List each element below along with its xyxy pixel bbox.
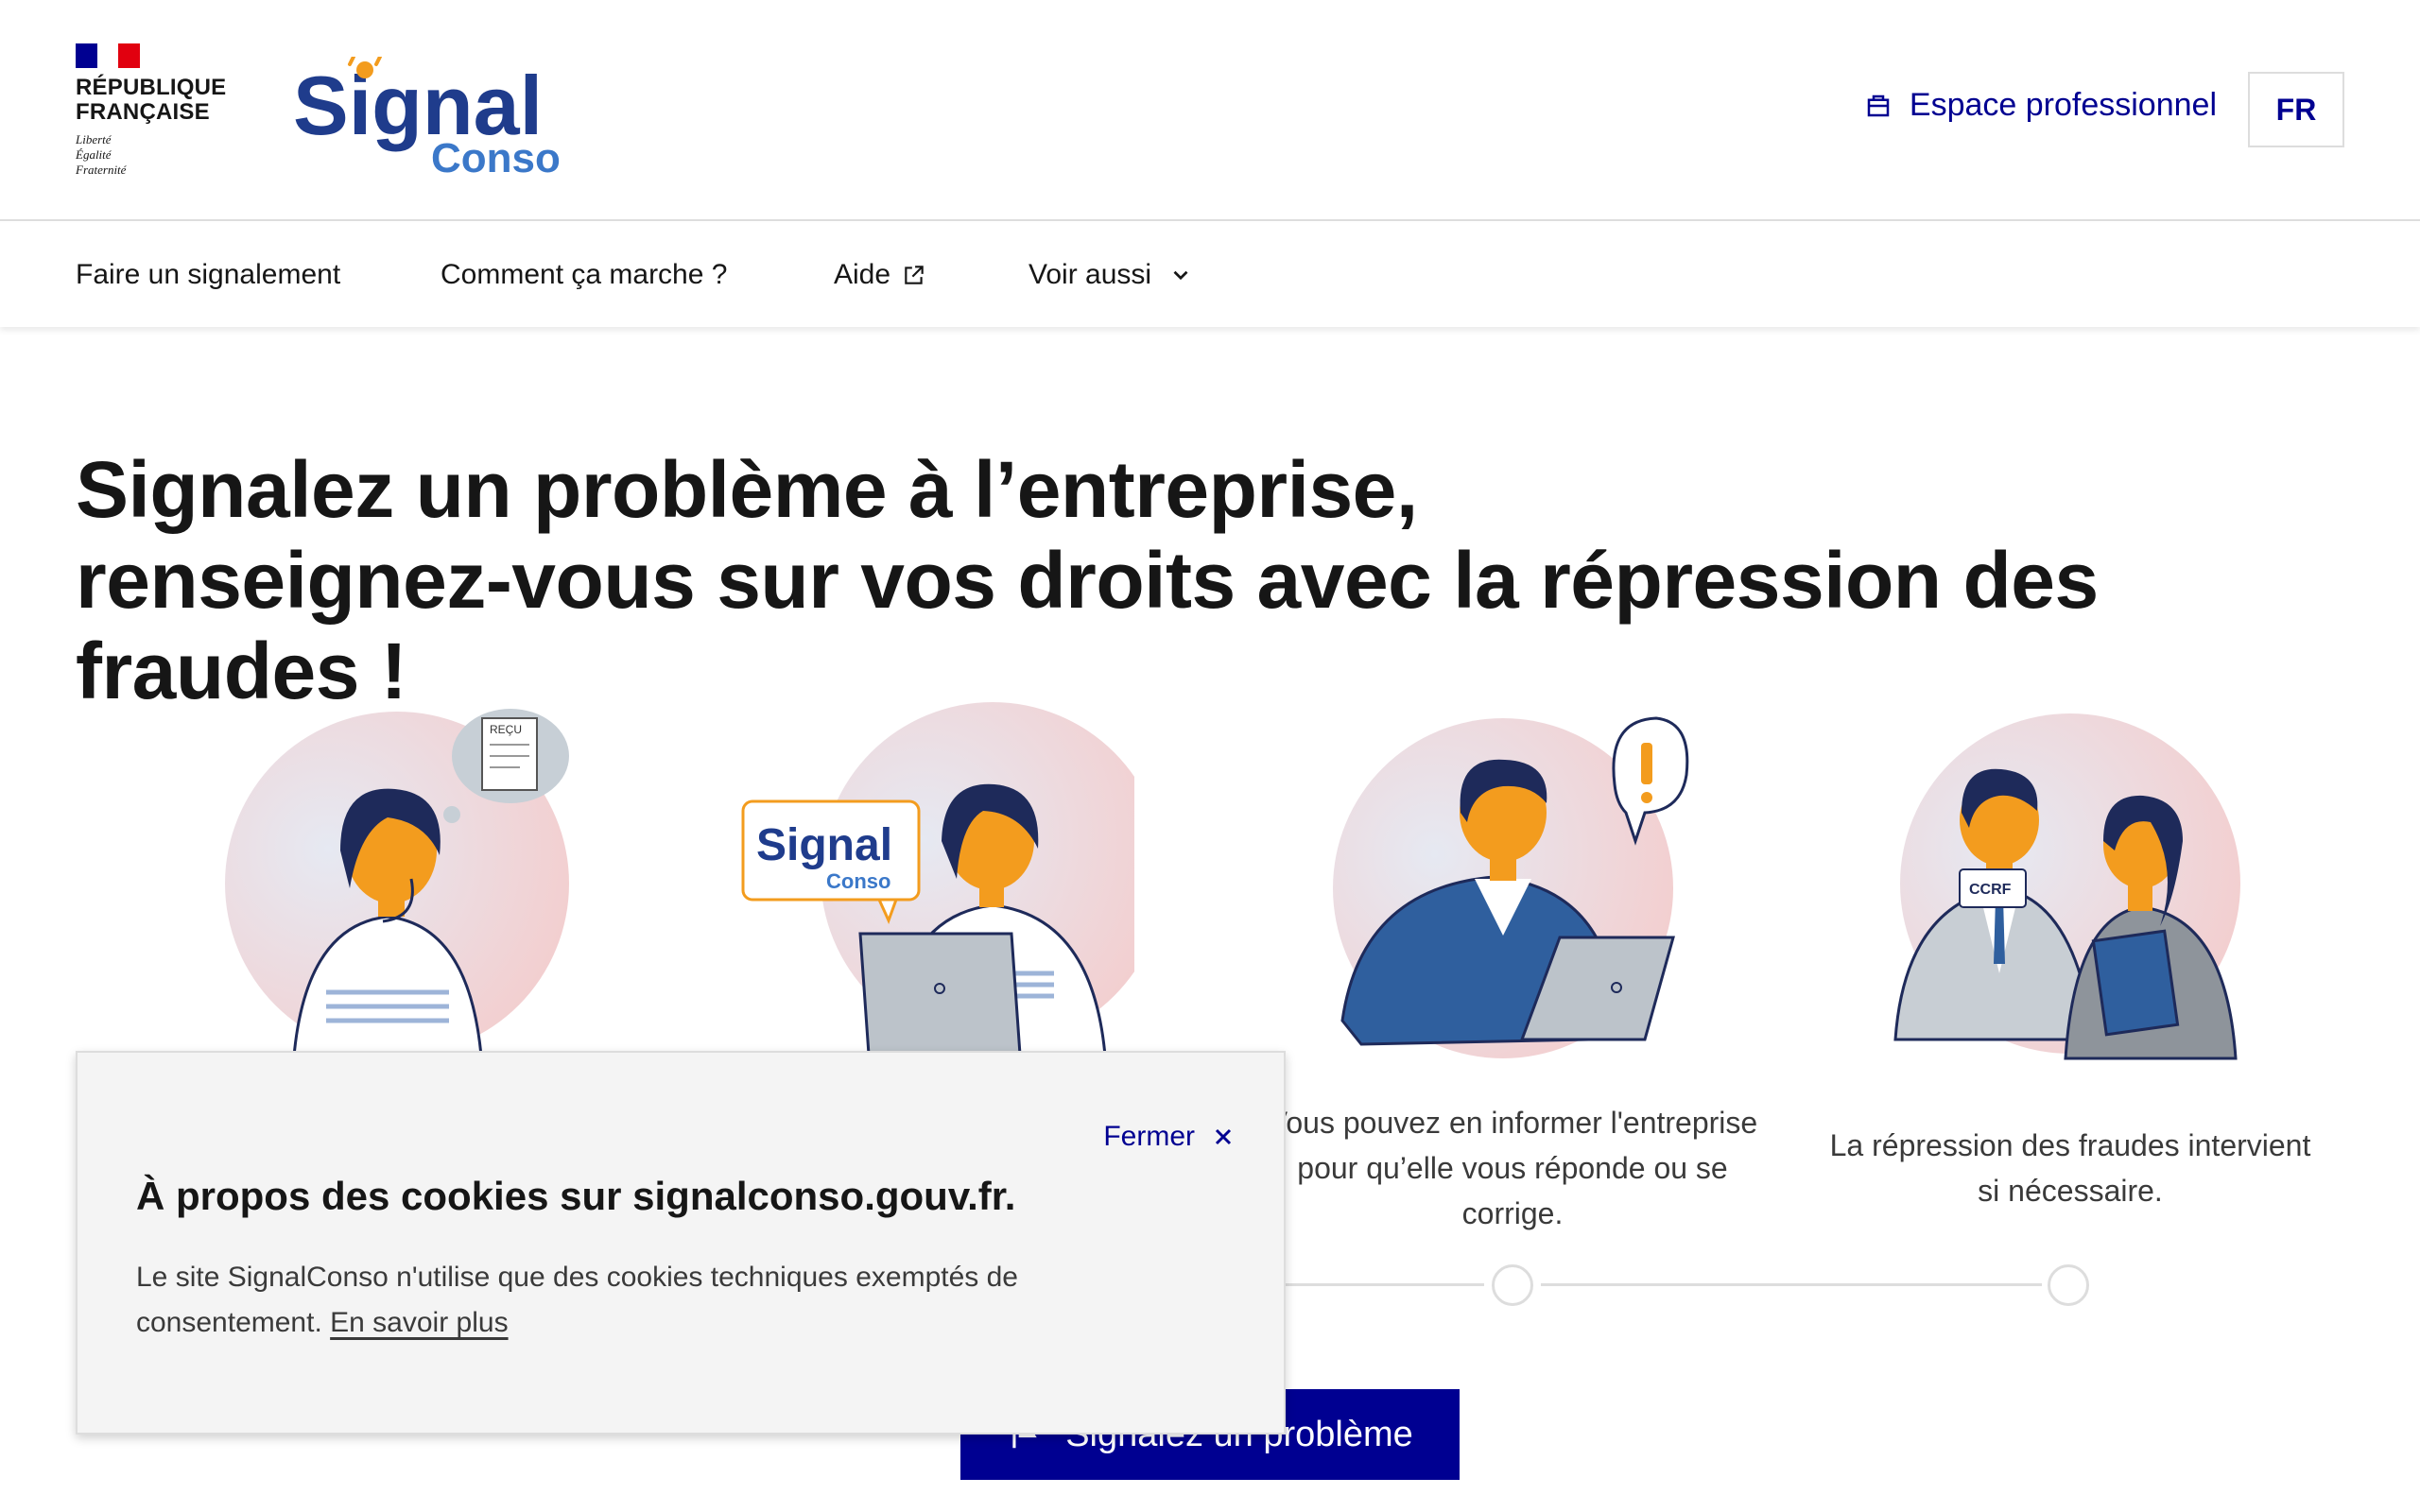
- cookie-close-label: Fermer: [1103, 1121, 1195, 1152]
- timeline-step-4-dot: [2048, 1264, 2089, 1306]
- illustration-fraud-inspectors: CCRF: [1893, 713, 2240, 1060]
- briefcase-icon: [1867, 94, 1890, 116]
- espace-professionnel-label: Espace professionnel: [1909, 87, 2217, 123]
- cookie-banner: Fermer À propos des cookies sur signalco…: [76, 1051, 1286, 1435]
- timeline-connector: [1541, 1283, 2042, 1286]
- nav-label: Voir aussi: [1028, 259, 1152, 290]
- illustration-professional-laptop: [1333, 716, 1689, 1058]
- nav-item-comment-ca-marche[interactable]: Comment ça marche ?: [441, 223, 727, 327]
- nav-item-voir-aussi[interactable]: Voir aussi: [1028, 223, 1193, 327]
- republique-francaise-logo[interactable]: RÉPUBLIQUE FRANÇAISE Liberté Égalité Fra…: [76, 43, 236, 185]
- receipt-label: REÇU: [490, 723, 522, 736]
- french-flag-icon: [76, 43, 141, 68]
- page-title: Signalez un problème à l’entreprise, ren…: [76, 445, 2099, 715]
- logo-bubble-sub: Conso: [826, 869, 890, 893]
- espace-professionnel-link[interactable]: Espace professionnel: [1864, 87, 2217, 124]
- nav-label: Faire un signalement: [76, 259, 341, 290]
- nav-item-aide[interactable]: Aide: [834, 223, 926, 327]
- chevron-down-icon: [1173, 270, 1188, 281]
- main-navigation: Faire un signalement Comment ça marche ?…: [0, 223, 2420, 327]
- logo-bubble-main: Signal: [756, 820, 892, 870]
- nav-label: Comment ça marche ?: [441, 259, 728, 290]
- nav-label: Aide: [834, 259, 891, 290]
- gov-name: RÉPUBLIQUE FRANÇAISE: [76, 75, 227, 125]
- language-selector-button[interactable]: FR: [2248, 72, 2344, 147]
- cookie-text: Le site SignalConso n'utilise que des co…: [136, 1262, 1018, 1338]
- step-3-text: Vous pouvez en informer l'entreprise pou…: [1267, 1106, 1758, 1230]
- cookie-close-button[interactable]: Fermer: [1103, 1121, 1235, 1153]
- close-icon: [1215, 1128, 1232, 1145]
- gov-motto: Liberté Égalité Fraternité: [76, 132, 127, 177]
- signalconso-logo[interactable]: Signal Conso: [293, 57, 577, 180]
- header: RÉPUBLIQUE FRANÇAISE Liberté Égalité Fra…: [0, 0, 2420, 221]
- cookie-more-link[interactable]: En savoir plus: [330, 1307, 508, 1338]
- illustration-thinking-customer: REÇU: [225, 709, 569, 1068]
- timeline-step-3-dot: [1492, 1264, 1533, 1306]
- ccrf-badge-label: CCRF: [1969, 882, 2012, 898]
- illustration-woman-laptop: Signal Conso: [741, 702, 1134, 1068]
- svg-text:Conso: Conso: [431, 135, 561, 180]
- nav-item-faire-un-signalement[interactable]: Faire un signalement: [76, 223, 340, 327]
- external-link-icon: [905, 266, 924, 284]
- step-4-text: La répression des fraudes intervient si …: [1829, 1128, 2311, 1208]
- cookie-title: À propos des cookies sur signalconso.gou…: [136, 1174, 1016, 1218]
